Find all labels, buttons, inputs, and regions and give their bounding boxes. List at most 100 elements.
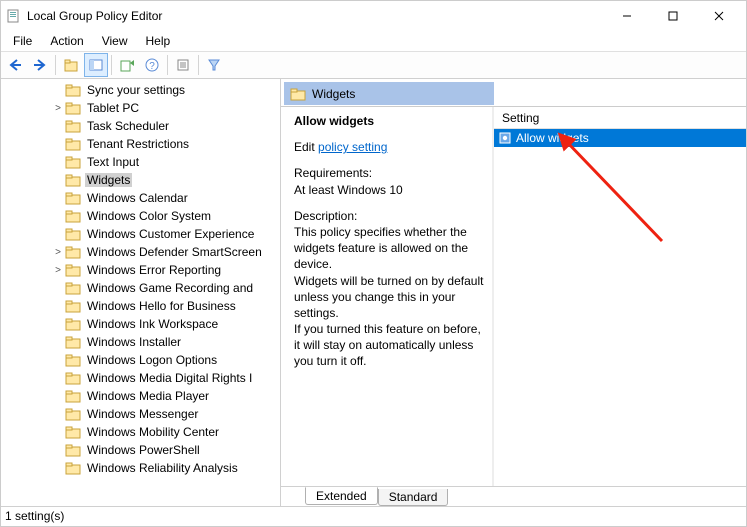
folder-icon	[65, 83, 81, 97]
menu-action[interactable]: Action	[42, 32, 91, 50]
main-area: Sync your settings > Tablet PC Task Schedul…	[1, 79, 746, 506]
twisty-icon[interactable]: >	[51, 265, 65, 276]
desc-1: This policy specifies whether the widget…	[294, 225, 468, 271]
breadcrumb: Widgets	[284, 82, 494, 106]
tree-node[interactable]: Windows Media Player	[1, 387, 280, 405]
tree-node-label: Windows Media Digital Rights I	[85, 371, 254, 385]
tree-node[interactable]: > Windows Error Reporting	[1, 261, 280, 279]
twisty-icon[interactable]: >	[51, 247, 65, 258]
properties-button[interactable]	[171, 53, 195, 77]
tree-node[interactable]: > Tablet PC	[1, 99, 280, 117]
twisty-icon[interactable]: >	[51, 103, 65, 114]
window-title: Local Group Policy Editor	[27, 9, 604, 23]
app-icon	[5, 8, 21, 24]
policy-heading: Allow widgets	[294, 113, 484, 129]
folder-icon	[65, 461, 81, 475]
tree-node-label: Windows Media Player	[85, 389, 211, 403]
forward-button[interactable]	[28, 53, 52, 77]
info-panel: Allow widgets Edit policy setting Requir…	[284, 107, 494, 486]
annotation-arrow	[542, 131, 672, 251]
folder-icon	[65, 173, 81, 187]
tab-standard[interactable]: Standard	[378, 489, 449, 506]
breadcrumb-label: Widgets	[312, 87, 355, 101]
folder-icon	[65, 137, 81, 151]
folder-icon	[65, 191, 81, 205]
desc-3: If you turned this feature on before, it…	[294, 322, 481, 368]
help-button[interactable]: ?	[140, 53, 164, 77]
folder-icon	[65, 155, 81, 169]
tree-node[interactable]: > Windows Defender SmartScreen	[1, 243, 280, 261]
tree-node[interactable]: Windows Hello for Business	[1, 297, 280, 315]
desc-label: Description:	[294, 209, 357, 223]
status-bar: 1 setting(s)	[1, 506, 746, 526]
folder-icon	[65, 425, 81, 439]
tree-node-label: Windows Defender SmartScreen	[85, 245, 264, 259]
policy-tree[interactable]: Sync your settings > Tablet PC Task Schedul…	[1, 79, 280, 496]
edit-policy-link[interactable]: policy setting	[318, 140, 387, 154]
tree-node[interactable]: Windows Game Recording and	[1, 279, 280, 297]
tree-node[interactable]: Windows Installer	[1, 333, 280, 351]
filter-button[interactable]	[202, 53, 226, 77]
svg-text:?: ?	[149, 61, 155, 72]
tree-node-label: Tablet PC	[85, 101, 141, 115]
details-pane: Widgets Allow widgets Edit policy settin…	[281, 79, 746, 506]
menu-view[interactable]: View	[94, 32, 136, 50]
tab-extended[interactable]: Extended	[305, 487, 378, 505]
export-button[interactable]	[115, 53, 139, 77]
folder-icon	[65, 371, 81, 385]
back-button[interactable]	[3, 53, 27, 77]
up-button[interactable]	[59, 53, 83, 77]
tree-node[interactable]: Sync your settings	[1, 81, 280, 99]
tree-node-label: Windows Error Reporting	[85, 263, 223, 277]
folder-icon	[65, 209, 81, 223]
maximize-button[interactable]	[650, 1, 696, 31]
folder-icon	[65, 317, 81, 331]
tree-node[interactable]: Widgets	[1, 171, 280, 189]
tree-node-label: Windows Ink Workspace	[85, 317, 220, 331]
setting-row-selected[interactable]: Allow widgets	[494, 129, 746, 147]
tree-h-scroll[interactable]	[1, 496, 280, 506]
tree-node[interactable]: Tenant Restrictions	[1, 135, 280, 153]
tree-node-label: Windows Calendar	[85, 191, 190, 205]
req-value: At least Windows 10	[294, 183, 403, 197]
tree-node-label: Windows Game Recording and	[85, 281, 255, 295]
show-hide-tree-button[interactable]	[84, 53, 108, 77]
tree-node[interactable]: Windows Logon Options	[1, 351, 280, 369]
folder-icon	[65, 119, 81, 133]
tree-node[interactable]: Windows Customer Experience	[1, 225, 280, 243]
list-h-scroll[interactable]	[530, 472, 740, 484]
tree-node[interactable]: Windows Reliability Analysis	[1, 459, 280, 477]
folder-icon	[65, 443, 81, 457]
tree-node-label: Windows PowerShell	[85, 443, 202, 457]
desc-2: Widgets will be turned on by default unl…	[294, 274, 483, 320]
tree-node[interactable]: Windows Calendar	[1, 189, 280, 207]
folder-icon	[65, 281, 81, 295]
tree-node[interactable]: Windows Media Digital Rights I	[1, 369, 280, 387]
tree-node-label: Sync your settings	[85, 83, 187, 97]
minimize-button[interactable]	[604, 1, 650, 31]
tree-node[interactable]: Text Input	[1, 153, 280, 171]
tree-node[interactable]: Windows Mobility Center	[1, 423, 280, 441]
menu-bar: File Action View Help	[1, 31, 746, 51]
tree-node-label: Windows Customer Experience	[85, 227, 256, 241]
tree-node[interactable]: Windows Color System	[1, 207, 280, 225]
tree-node[interactable]: Windows Messenger	[1, 405, 280, 423]
menu-help[interactable]: Help	[138, 32, 179, 50]
folder-icon	[65, 299, 81, 313]
req-label: Requirements:	[294, 166, 372, 180]
view-tabs: Extended Standard	[281, 486, 746, 506]
menu-file[interactable]: File	[5, 32, 40, 50]
tree-node-label: Windows Installer	[85, 335, 183, 349]
folder-icon	[290, 87, 306, 101]
toolbar: ?	[1, 51, 746, 79]
tree-node[interactable]: Task Scheduler	[1, 117, 280, 135]
folder-icon	[65, 335, 81, 349]
tree-node[interactable]: Windows PowerShell	[1, 441, 280, 459]
tree-node-label: Task Scheduler	[85, 119, 171, 133]
folder-icon	[65, 353, 81, 367]
tree-node-label: Windows Hello for Business	[85, 299, 238, 313]
column-header-setting[interactable]: Setting	[494, 107, 746, 129]
tree-node[interactable]: Windows Ink Workspace	[1, 315, 280, 333]
policy-icon	[498, 131, 512, 145]
close-button[interactable]	[696, 1, 742, 31]
